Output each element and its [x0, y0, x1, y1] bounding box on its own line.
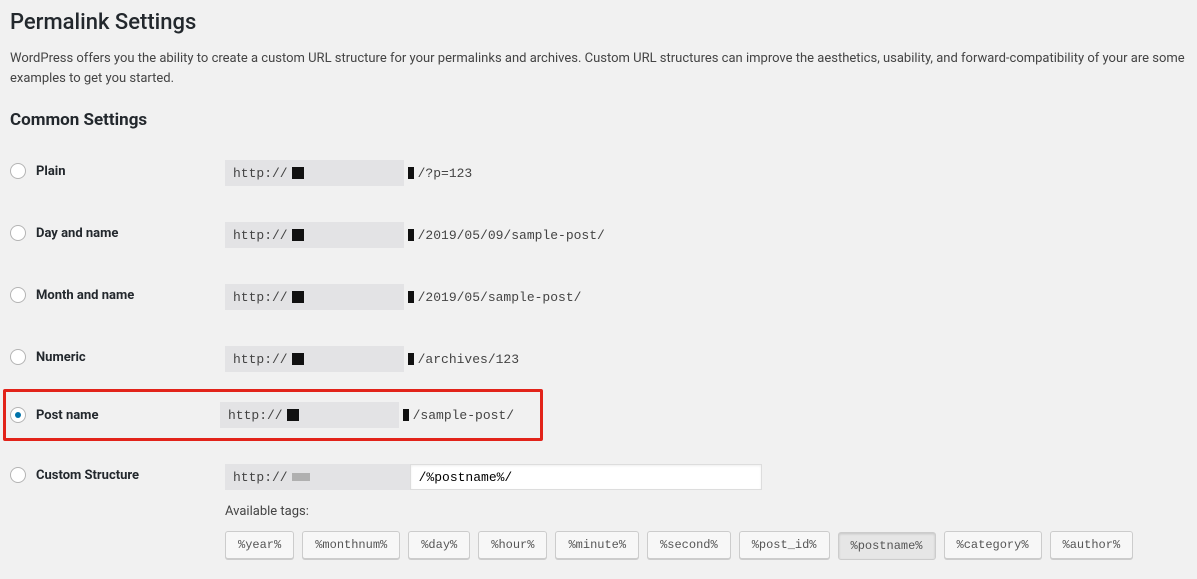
tag-author[interactable]: %author% [1050, 531, 1134, 559]
radio-numeric[interactable] [10, 349, 26, 365]
option-label: Plain [36, 164, 66, 179]
url-domain: http:// [225, 346, 404, 372]
url-domain: http:// [225, 160, 404, 186]
page-title: Permalink Settings [10, 10, 1187, 35]
radio-postname[interactable] [10, 407, 26, 423]
option-row-postname-highlight: Post name http:// /sample-post/ [3, 389, 543, 441]
url-suffix: /archives/123 [418, 352, 519, 367]
available-tags: %year% %monthnum% %day% %hour% %minute% … [225, 531, 1133, 559]
page-intro: WordPress offers you the ability to crea… [10, 49, 1187, 88]
option-row-plain: Plain http:// /?p=123 [10, 160, 1187, 186]
tag-second[interactable]: %second% [647, 531, 731, 559]
radio-custom[interactable] [10, 467, 26, 483]
option-value: http:// /archives/123 [225, 346, 519, 372]
url-domain: http:// [225, 464, 410, 490]
custom-structure-input[interactable] [410, 464, 762, 490]
tag-postname[interactable]: %postname% [838, 532, 936, 560]
option-row-dayname: Day and name http:// /2019/05/09/sample-… [10, 222, 1187, 248]
radio-dayname[interactable] [10, 225, 26, 241]
radio-monthname[interactable] [10, 287, 26, 303]
tag-year[interactable]: %year% [225, 531, 294, 559]
tag-monthnum[interactable]: %monthnum% [302, 531, 400, 559]
option-label: Custom Structure [36, 468, 139, 483]
tag-post-id[interactable]: %post_id% [739, 531, 830, 559]
radio-plain[interactable] [10, 163, 26, 179]
option-label: Day and name [36, 226, 118, 241]
url-domain: http:// [225, 284, 404, 310]
option-row-custom: Custom Structure http:// Available tags:… [10, 464, 1187, 559]
option-value: http:// /2019/05/09/sample-post/ [225, 222, 605, 248]
url-suffix: /2019/05/sample-post/ [418, 290, 582, 305]
tag-day[interactable]: %day% [408, 531, 470, 559]
option-value: http:// /sample-post/ [220, 402, 514, 428]
url-suffix: /sample-post/ [413, 408, 514, 423]
option-label: Month and name [36, 288, 134, 303]
section-heading: Common Settings [10, 110, 1187, 130]
tag-minute[interactable]: %minute% [555, 531, 639, 559]
url-domain: http:// [220, 402, 399, 428]
url-suffix: /2019/05/09/sample-post/ [418, 228, 605, 243]
option-label: Post name [36, 408, 98, 423]
option-row-monthname: Month and name http:// /2019/05/sample-p… [10, 284, 1187, 310]
option-value: http:// /?p=123 [225, 160, 472, 186]
option-value: http:// /2019/05/sample-post/ [225, 284, 581, 310]
url-suffix: /?p=123 [418, 166, 473, 181]
option-row-numeric: Numeric http:// /archives/123 [10, 346, 1187, 372]
url-domain: http:// [225, 222, 404, 248]
option-label: Numeric [36, 350, 86, 365]
available-tags-label: Available tags: [225, 504, 1133, 519]
tag-hour[interactable]: %hour% [478, 531, 547, 559]
tag-category[interactable]: %category% [944, 531, 1042, 559]
